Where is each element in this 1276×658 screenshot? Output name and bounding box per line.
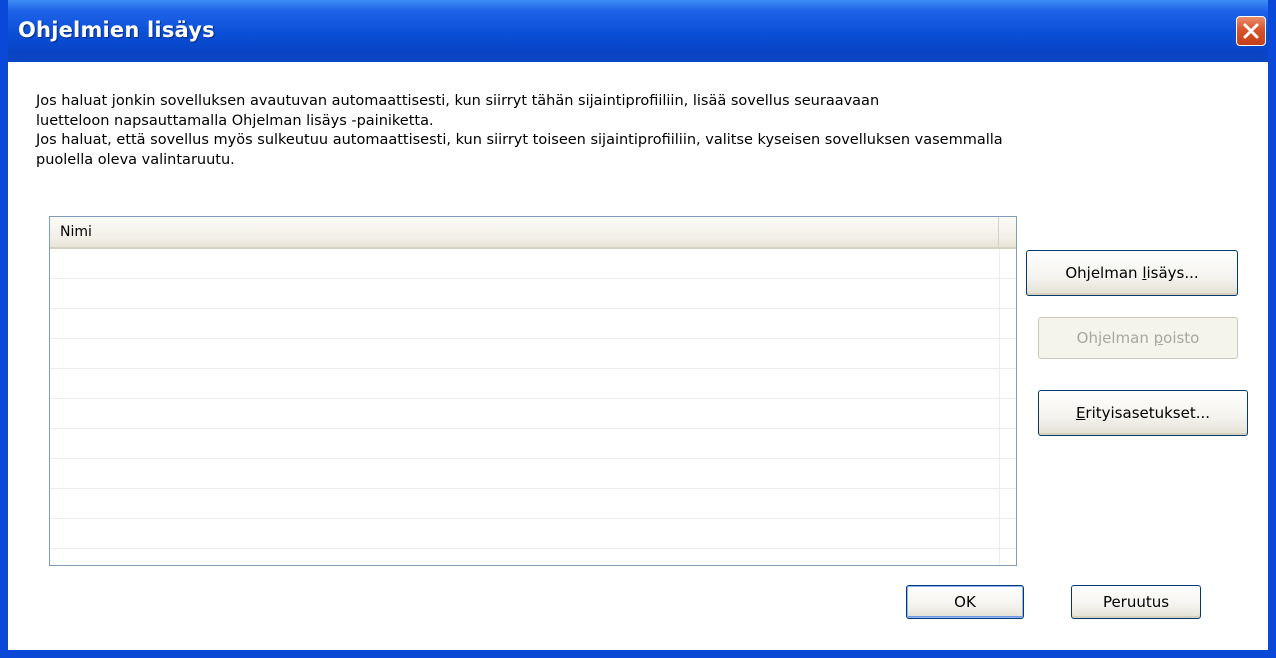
close-button[interactable]	[1236, 16, 1266, 46]
list-item[interactable]	[50, 279, 1016, 309]
remove-program-button[interactable]: Ohjelman poisto	[1038, 317, 1238, 359]
cancel-button[interactable]: Peruutus	[1071, 585, 1201, 619]
ok-button[interactable]: OK	[906, 585, 1024, 619]
instructions-line: luetteloon napsauttamalla Ohjelman lisäy…	[36, 112, 434, 129]
list-item[interactable]	[50, 369, 1016, 399]
dialog-body: Jos haluat jonkin sovelluksen avautuvan …	[8, 62, 1268, 650]
list-item[interactable]	[50, 339, 1016, 369]
title-bar[interactable]: Ohjelmien lisäys	[8, 0, 1268, 62]
dialog-window: Ohjelmien lisäys Jos haluat jonkin sovel…	[0, 0, 1276, 658]
instructions-line: Jos haluat, että sovellus myös sulkeutuu…	[36, 132, 1003, 148]
list-item[interactable]	[50, 459, 1016, 489]
list-item[interactable]	[50, 399, 1016, 429]
list-header: Nimi	[50, 217, 1016, 249]
program-list[interactable]: Nimi	[49, 216, 1017, 566]
add-program-label: Ohjelman lisäys...	[1065, 264, 1199, 282]
list-item[interactable]	[50, 249, 1016, 279]
column-header-name[interactable]: Nimi	[50, 217, 999, 247]
remove-program-label: Ohjelman poisto	[1076, 329, 1200, 347]
instructions-text: Jos haluat jonkin sovelluksen avautuvan …	[36, 92, 1216, 170]
list-item[interactable]	[50, 429, 1016, 459]
instructions-line: puolella oleva valintaruutu.	[36, 151, 235, 168]
advanced-settings-button[interactable]: Erityisasetukset...	[1038, 390, 1248, 436]
close-icon	[1243, 23, 1259, 39]
instructions-line: Jos haluat jonkin sovelluksen avautuvan …	[36, 93, 880, 109]
advanced-settings-label: Erityisasetukset...	[1075, 404, 1211, 422]
list-item[interactable]	[50, 309, 1016, 339]
list-item[interactable]	[50, 519, 1016, 549]
list-item[interactable]	[50, 489, 1016, 519]
column-divider	[999, 249, 1000, 565]
add-program-button[interactable]: Ohjelman lisäys...	[1026, 250, 1238, 296]
window-title: Ohjelmien lisäys	[18, 18, 215, 42]
list-rows	[50, 249, 1016, 549]
